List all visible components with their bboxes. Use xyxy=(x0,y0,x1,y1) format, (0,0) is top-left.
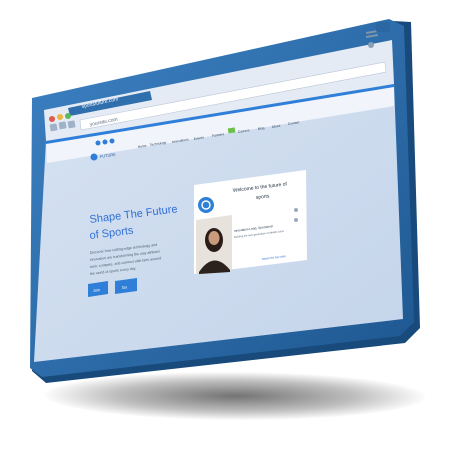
browser-mockup: sportsfuture.com yoursite.com FUTURE Hom… xyxy=(0,0,450,450)
browser-window: sportsfuture.com yoursite.com FUTURE Hom… xyxy=(30,19,420,383)
logo-mark-icon xyxy=(90,153,98,161)
settings-dot-icon[interactable] xyxy=(368,42,374,48)
reload-button[interactable] xyxy=(67,120,76,129)
back-button[interactable] xyxy=(49,123,58,132)
card-control-icon[interactable] xyxy=(294,208,298,212)
play-logo-icon[interactable] xyxy=(198,197,214,213)
close-dot-icon[interactable] xyxy=(49,116,55,122)
join-button-label: Join xyxy=(93,287,101,293)
frame-corner xyxy=(376,22,390,32)
forward-button[interactable] xyxy=(58,121,67,130)
speaker-portrait xyxy=(196,215,232,274)
minimize-dot-icon[interactable] xyxy=(57,114,63,120)
twitter-icon[interactable] xyxy=(102,139,108,145)
facebook-icon[interactable] xyxy=(95,140,101,146)
maximize-dot-icon[interactable] xyxy=(65,113,71,119)
card-control-icon[interactable] xyxy=(294,218,298,222)
video-card[interactable]: Welcome to the future of sports Innovati… xyxy=(194,170,307,274)
instagram-icon[interactable] xyxy=(109,138,115,144)
